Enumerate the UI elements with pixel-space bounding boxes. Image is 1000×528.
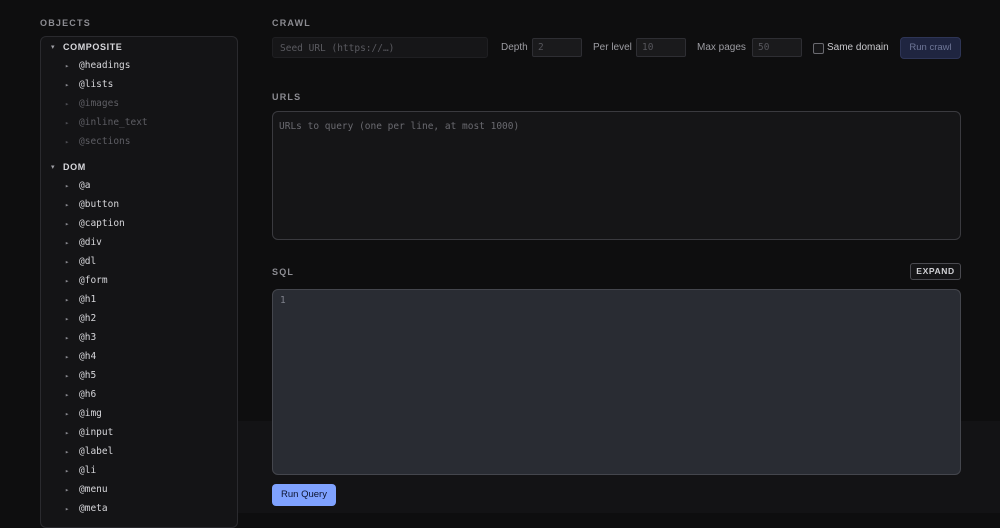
chevron-down-icon: ▾ <box>51 163 56 171</box>
tree-item-label: @caption <box>79 218 125 229</box>
crawl-controls: Seed URL (https://…) Depth 2 Per level 1… <box>272 37 962 59</box>
expand-button[interactable]: EXPAND <box>910 263 961 280</box>
tree-item[interactable]: ▸ @images <box>41 94 237 113</box>
urls-section-label: URLS <box>272 92 302 102</box>
tree-item-label: @input <box>79 427 114 438</box>
tree-item-label: @img <box>79 408 102 419</box>
tree-item[interactable]: ▸ @dl <box>41 252 237 271</box>
tree-item[interactable]: ▸ @button <box>41 195 237 214</box>
tree-item[interactable]: ▸ @lists <box>41 75 237 94</box>
max-pages-label: Max pages <box>697 42 746 53</box>
tree-group-dom[interactable]: ▾ DOM <box>41 157 237 176</box>
chevron-right-icon: ▸ <box>65 409 70 418</box>
chevron-right-icon: ▸ <box>65 390 70 399</box>
urls-placeholder: URLs to query (one per line, at most 100… <box>279 121 520 132</box>
tree-item-label: @h4 <box>79 351 97 362</box>
tree-item-label: @meta <box>79 503 108 514</box>
chevron-right-icon: ▸ <box>65 181 70 190</box>
tree-item-label: @lists <box>79 79 114 90</box>
tree-item-label: @form <box>79 275 108 286</box>
tree-item-label: @h6 <box>79 389 97 400</box>
chevron-right-icon: ▸ <box>65 257 70 266</box>
tree-item-label: @sections <box>79 136 131 147</box>
tree-item-label: @headings <box>79 60 131 71</box>
tree-item[interactable]: ▸ @caption <box>41 214 237 233</box>
chevron-right-icon: ▸ <box>65 371 70 380</box>
chevron-right-icon: ▸ <box>65 295 70 304</box>
chevron-right-icon: ▸ <box>65 504 70 513</box>
depth-label: Depth <box>501 42 528 53</box>
tree-item[interactable]: ▸ @a <box>41 176 237 195</box>
chevron-right-icon: ▸ <box>65 314 70 323</box>
run-query-button[interactable]: Run Query <box>272 484 336 506</box>
tree-item-label: @h2 <box>79 313 97 324</box>
chevron-right-icon: ▸ <box>65 276 70 285</box>
tree-item[interactable]: ▸ @img <box>41 404 237 423</box>
tree-item[interactable]: ▸ @li <box>41 461 237 480</box>
line-number: 1 <box>280 295 286 306</box>
tree-item[interactable]: ▸ @h5 <box>41 366 237 385</box>
objects-tree: ▾ COMPOSITE ▸ @headings ▸ @lists ▸ @images ▸ @inl… <box>41 37 237 518</box>
chevron-right-icon: ▸ <box>65 485 70 494</box>
chevron-right-icon: ▸ <box>65 61 70 70</box>
tree-item-label: @a <box>79 180 91 191</box>
tree-group-composite[interactable]: ▾ COMPOSITE <box>41 37 237 56</box>
run-crawl-button[interactable]: Run crawl <box>900 37 961 59</box>
chevron-right-icon: ▸ <box>65 352 70 361</box>
chevron-right-icon: ▸ <box>65 200 70 209</box>
sql-editor[interactable]: 1 <box>272 289 961 475</box>
chevron-right-icon: ▸ <box>65 466 70 475</box>
seed-url-input[interactable]: Seed URL (https://…) <box>272 37 488 58</box>
tree-group-label: COMPOSITE <box>63 41 123 52</box>
tree-item-label: @div <box>79 237 102 248</box>
chevron-right-icon: ▸ <box>65 118 70 127</box>
tree-item[interactable]: ▸ @form <box>41 271 237 290</box>
chevron-down-icon: ▾ <box>51 43 56 51</box>
chevron-right-icon: ▸ <box>65 137 70 146</box>
sql-section-label: SQL <box>272 267 295 277</box>
chevron-right-icon: ▸ <box>65 447 70 456</box>
tree-item-label: @h3 <box>79 332 97 343</box>
tree-item[interactable]: ▸ @div <box>41 233 237 252</box>
objects-section-label: OBJECTS <box>40 18 91 28</box>
tree-item[interactable]: ▸ @h1 <box>41 290 237 309</box>
chevron-right-icon: ▸ <box>65 428 70 437</box>
tree-item[interactable]: ▸ @input <box>41 423 237 442</box>
tree-item-label: @li <box>79 465 97 476</box>
tree-item[interactable]: ▸ @headings <box>41 56 237 75</box>
chevron-right-icon: ▸ <box>65 219 70 228</box>
chevron-right-icon: ▸ <box>65 333 70 342</box>
tree-item[interactable]: ▸ @h4 <box>41 347 237 366</box>
tree-item-label: @button <box>79 199 120 210</box>
tree-item[interactable]: ▸ @menu <box>41 480 237 499</box>
tree-item-label: @images <box>79 98 120 109</box>
tree-item-label: @h5 <box>79 370 97 381</box>
tree-item[interactable]: ▸ @label <box>41 442 237 461</box>
tree-item-label: @dl <box>79 256 97 267</box>
tree-item[interactable]: ▸ @meta <box>41 499 237 518</box>
chevron-right-icon: ▸ <box>65 80 70 89</box>
per-level-input[interactable]: 10 <box>636 38 686 57</box>
crawl-section-label: CRAWL <box>272 18 311 28</box>
tree-item[interactable]: ▸ @h6 <box>41 385 237 404</box>
tree-item[interactable]: ▸ @inline_text <box>41 113 237 132</box>
tree-item[interactable]: ▸ @sections <box>41 132 237 151</box>
chevron-right-icon: ▸ <box>65 238 70 247</box>
tree-item-label: @menu <box>79 484 108 495</box>
tree-item-label: @inline_text <box>79 117 148 128</box>
same-domain-checkbox[interactable] <box>813 43 824 54</box>
tree-item[interactable]: ▸ @h3 <box>41 328 237 347</box>
depth-input[interactable]: 2 <box>532 38 582 57</box>
same-domain-label: Same domain <box>827 42 889 53</box>
tree-group-label: DOM <box>63 161 86 172</box>
max-pages-input[interactable]: 50 <box>752 38 802 57</box>
tree-item-label: @h1 <box>79 294 97 305</box>
objects-panel: ▾ COMPOSITE ▸ @headings ▸ @lists ▸ @images ▸ @inl… <box>40 36 238 528</box>
urls-textarea[interactable]: URLs to query (one per line, at most 100… <box>272 111 961 240</box>
tree-item[interactable]: ▸ @h2 <box>41 309 237 328</box>
per-level-label: Per level <box>593 42 632 53</box>
tree-item-label: @label <box>79 446 114 457</box>
chevron-right-icon: ▸ <box>65 99 70 108</box>
